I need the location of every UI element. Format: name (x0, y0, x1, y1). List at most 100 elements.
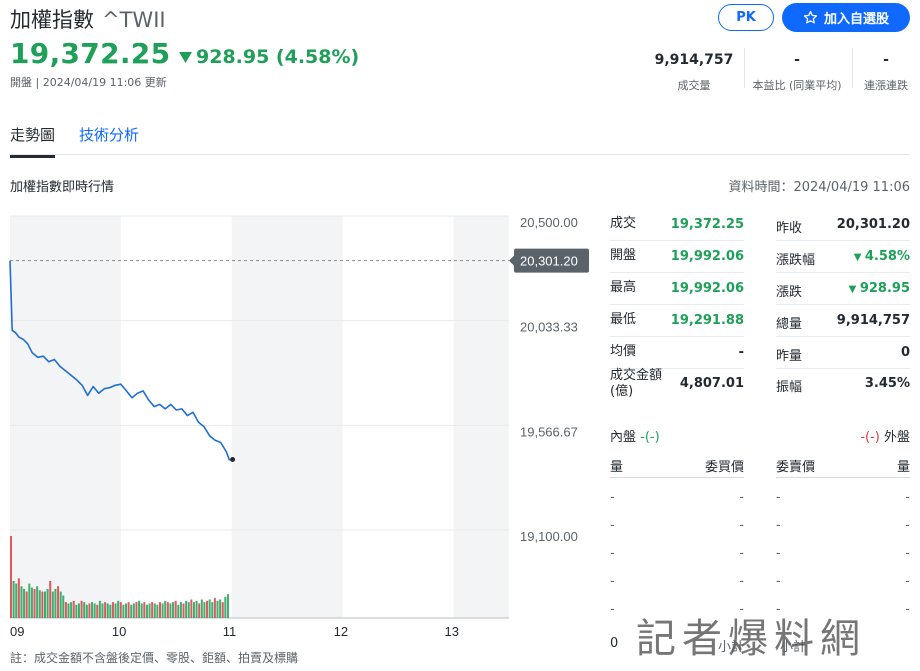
volume-bar (211, 602, 214, 618)
down-triangle-icon: ▼ (853, 252, 865, 263)
quote-value: ▼ 928.95 (848, 281, 910, 296)
chart-band (10, 216, 121, 618)
footnote: 註：成交金額不含盤後定價、零股、鉅額、拍賣及標購 (10, 651, 299, 665)
volume-bar (200, 599, 203, 618)
tab-technical-analysis[interactable]: 技術分析 (79, 124, 139, 158)
book-total: 0 (610, 636, 619, 651)
volume-bar (135, 602, 138, 618)
stat-pe-label: 本益比 (同業平均) (752, 79, 842, 92)
volume-bar (198, 603, 201, 618)
stat-streak-value: - (883, 52, 889, 68)
watermark: 記者爆料網 (636, 616, 866, 662)
quote-value: ▼ 4.58% (853, 249, 910, 264)
volume-bar (54, 588, 57, 618)
quote-label: 振幅 (776, 380, 803, 395)
stat-pe-ratio: - 本益比 (同業平均) (746, 52, 848, 93)
book-col-header: 委買價 (704, 460, 744, 475)
quote-value: 19,992.06 (670, 249, 744, 264)
quote-value: 9,914,757 (836, 313, 910, 328)
volume-bar (216, 600, 219, 618)
volume-bar (187, 602, 190, 618)
volume-bar (208, 599, 211, 618)
volume-bar (59, 591, 62, 618)
volume-bar (20, 586, 23, 618)
volume-bar (41, 591, 44, 618)
volume-bar (91, 602, 94, 618)
volume-bar (182, 603, 185, 618)
row-divider (776, 336, 910, 337)
book-cell: - (739, 518, 744, 533)
volume-bar (30, 587, 33, 618)
volume-bar (93, 603, 96, 618)
book-cell: - (776, 574, 781, 589)
quote-value: 19,291.88 (670, 313, 744, 328)
volume-bar (57, 586, 60, 618)
volume-bar (88, 603, 91, 618)
volume-bar (190, 599, 193, 618)
quote-label: 昨量 (776, 349, 803, 364)
book-col-header: 量 (610, 460, 624, 475)
pk-button[interactable]: PK (718, 4, 774, 31)
row-divider (610, 240, 744, 241)
inner-plate-label: 內盤 (610, 430, 637, 445)
volume-bar (80, 600, 83, 618)
volume-bar (49, 580, 52, 618)
intraday-chart[interactable]: 20,500.00 20,033.33 19,566.67 19,100.00 09 10… (0, 206, 600, 646)
volume-bar (140, 603, 143, 618)
book-col-header: 量 (896, 460, 910, 475)
tab-trend-chart[interactable]: 走勢圖 (10, 124, 56, 158)
row-divider (610, 336, 744, 337)
stat-volume-label: 成交量 (677, 79, 711, 92)
section-title: 加權指數即時行情 (10, 180, 115, 195)
volume-bar (10, 536, 13, 618)
book-cell: - (905, 546, 910, 561)
volume-bar (125, 603, 128, 618)
volume-bar (158, 602, 162, 618)
quote-value: 3.45% (864, 376, 910, 391)
book-cell: - (610, 602, 615, 617)
volume-bar (151, 602, 154, 618)
volume-bar (64, 602, 67, 618)
quote-value: - (738, 345, 744, 360)
volume-bar (28, 583, 31, 618)
volume-bar (161, 603, 164, 618)
y-tick-label: 20,033.33 (520, 320, 578, 335)
x-tick-label: 11 (223, 624, 237, 639)
outer-plate-label: 外盤 (883, 430, 910, 445)
book-cell: - (776, 518, 781, 533)
volume-bar (169, 603, 172, 618)
y-tick-label: 19,566.67 (520, 424, 578, 439)
volume-bar (192, 602, 195, 618)
tab-bar: 走勢圖 技術分析 (10, 124, 139, 158)
volume-bar (43, 591, 46, 618)
volume-bar (36, 586, 39, 618)
row-divider (776, 240, 910, 241)
quote-label: 成交金額 (億) (610, 368, 663, 399)
volume-bar (75, 604, 78, 618)
stat-streak: - 連漲連跌 (856, 52, 916, 93)
volume-bar (203, 602, 206, 618)
volume-bar (221, 602, 224, 618)
volume-bar (122, 604, 125, 618)
row-divider (776, 304, 910, 305)
row-divider (776, 368, 910, 369)
volume-bar (17, 578, 20, 618)
volume-bar (15, 583, 18, 618)
volume-bar (132, 603, 135, 618)
volume-bar (23, 588, 26, 618)
star-icon (803, 10, 818, 24)
volume-bar (98, 600, 101, 618)
book-header-divider (776, 477, 910, 478)
volume-bar (206, 600, 209, 618)
down-triangle-icon (179, 52, 192, 63)
tab-divider (10, 154, 910, 155)
y-tick-label: 20,500.00 (520, 215, 578, 230)
volume-bar (62, 595, 65, 618)
inner-plate: 內盤 -(-) (610, 426, 660, 445)
volume-bar (195, 600, 198, 618)
book-cell: - (610, 490, 615, 505)
quote-value: 19,992.06 (670, 281, 744, 296)
prev-close-pointer (509, 255, 514, 266)
volume-bar (96, 604, 99, 618)
add-watchlist-button[interactable]: 加入自選股 (782, 3, 910, 32)
